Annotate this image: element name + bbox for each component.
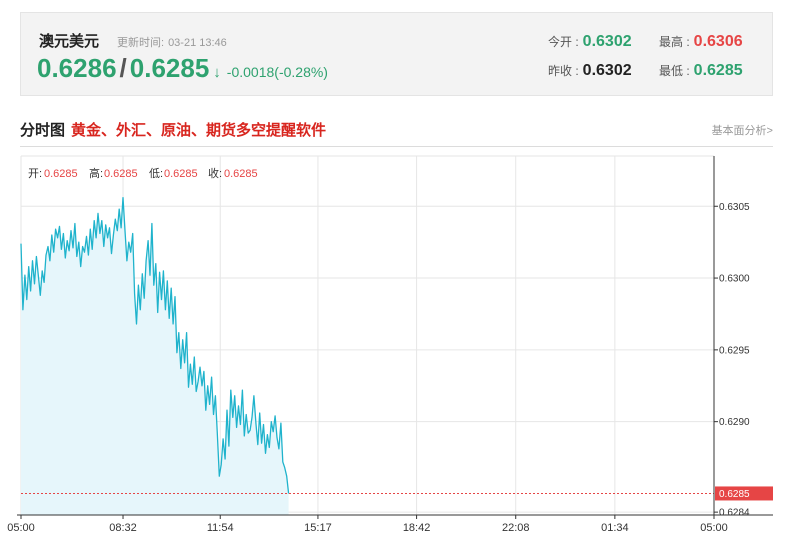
promo-link[interactable]: 黄金、外汇、原油、期货多空提醒软件	[71, 119, 326, 140]
stat-open-label: 今开 :	[548, 35, 579, 49]
ohlc-readout: 开: 0.6285 高: 0.6285 低: 0.6285 收: 0.6285	[28, 166, 258, 180]
x-tick-label: 05:00	[700, 522, 728, 534]
stat-high-label: 最高 :	[659, 35, 690, 49]
bid-price: 0.6286	[37, 53, 117, 83]
x-tick-label: 15:17	[304, 522, 332, 534]
ohlc-high-label: 高:	[89, 166, 103, 180]
x-axis-ticks: 05:00 08:32 11:54 15:17 18:42 22:08 01:34 05:00	[7, 515, 728, 534]
y-tick-label: 0.6290	[719, 417, 750, 428]
ask-price: 0.6285	[129, 53, 210, 83]
last-price-label: 0.6285	[719, 489, 750, 500]
y-tick-label: 0.6284	[719, 508, 750, 519]
quote-summary: 澳元美元 更新时间: 03-21 13:46 0.6286/0.6285 ↓ -0.0…	[20, 12, 773, 96]
stat-low-label: 最低 :	[659, 64, 690, 78]
ohlc-close-value: 0.6285	[224, 168, 258, 180]
ohlc-low-label: 低:	[149, 167, 163, 180]
y-axis-ticks: 0.6305 0.6300 0.6295 0.6290 0.6284	[714, 202, 750, 519]
y-tick-label: 0.6305	[719, 202, 750, 213]
x-tick-label: 22:08	[502, 522, 530, 534]
intraday-chart: 0.6305 0.6300 0.6295 0.6290 0.6284 05:00 08:3…	[7, 155, 773, 534]
ohlc-close-label: 收:	[208, 166, 222, 180]
stat-open: 今开 :0.6302	[548, 33, 632, 51]
y-tick-label: 0.6300	[719, 274, 750, 285]
update-time: 更新时间: 03-21 13:46	[117, 34, 227, 50]
stat-high-value: 0.6306	[693, 33, 743, 50]
x-tick-label: 18:42	[403, 522, 431, 534]
y-tick-label: 0.6295	[719, 345, 750, 356]
fundamental-analysis-link[interactable]: 基本面分析>	[712, 122, 773, 138]
x-tick-label: 05:00	[7, 522, 35, 534]
stat-prev-close-value: 0.6302	[582, 62, 632, 79]
ohlc-high-value: 0.6285	[104, 168, 138, 180]
price-separator: /	[119, 53, 127, 83]
price-change: -0.0018(-0.28%)	[226, 64, 328, 80]
stat-prev-close-label: 昨收 :	[548, 64, 579, 78]
x-tick-label: 01:34	[601, 522, 629, 534]
ohlc-open-label: 开:	[28, 168, 42, 180]
x-tick-label: 08:32	[109, 522, 137, 534]
stat-low-value: 0.6285	[693, 62, 743, 79]
update-time-label: 更新时间:	[117, 37, 165, 49]
section-title: 分时图	[20, 122, 66, 139]
stat-prev-close: 昨收 :0.6302	[548, 62, 632, 80]
chart-section-header: 分时图 黄金、外汇、原油、期货多空提醒软件 基本面分析>	[20, 118, 773, 147]
ohlc-open-value: 0.6285	[44, 168, 78, 180]
pair-title: 澳元美元	[39, 33, 100, 50]
update-time-value: 03-21 13:46	[168, 37, 227, 49]
stat-low: 最低 :0.6285	[659, 62, 743, 80]
current-price: 0.6286/0.6285 ↓ -0.0018(-0.28%)	[37, 53, 328, 84]
stat-high: 最高 :0.6306	[659, 33, 743, 51]
x-tick-label: 11:54	[207, 522, 234, 534]
stat-open-value: 0.6302	[582, 33, 632, 50]
ohlc-low-value: 0.6285	[164, 168, 198, 180]
arrow-down-icon: ↓	[213, 64, 221, 81]
